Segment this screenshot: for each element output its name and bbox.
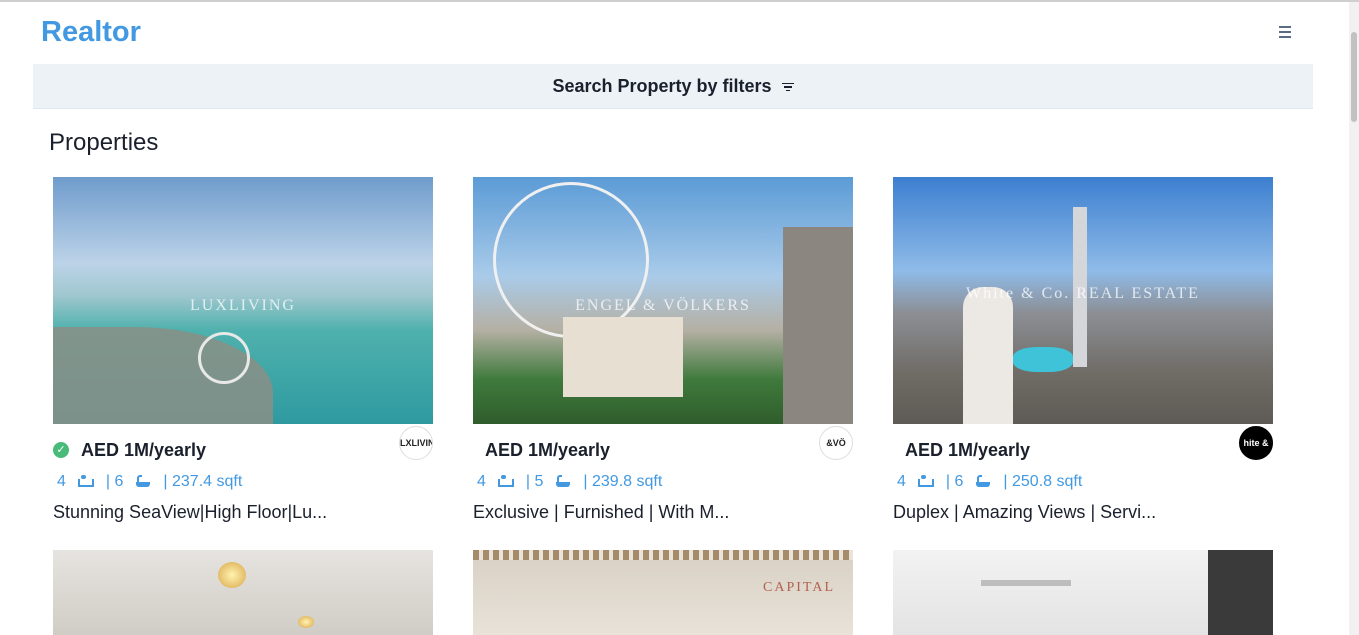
property-card[interactable]: ENGEL & VÖLKERS AED 1M/yearly &VÖ 4 | 5 … [473,177,853,523]
image-watermark: White & Co. REAL ESTATE [966,285,1200,302]
bath-icon [555,475,571,489]
agency-logo[interactable]: hite & C [1239,426,1273,460]
property-card[interactable]: LUXLIVING ✓ AED 1M/yearly LXLIVIN 4 | 6 … [53,177,433,523]
search-filters-button[interactable]: Search Property by filters [33,64,1313,109]
property-image[interactable]: ENGEL & VÖLKERS [473,177,853,424]
page-title: Properties [49,129,159,156]
page-scrollbar[interactable] [1349,2,1359,635]
property-title[interactable]: Stunning SeaView|High Floor|Lu... [53,502,433,523]
property-card[interactable]: White & Co. REAL ESTATE AED 1M/yearly hi… [893,177,1273,523]
property-stats: 4 | 5 | 239.8 sqft [473,472,853,492]
property-title[interactable]: Exclusive | Furnished | With M... [473,502,853,523]
property-card-image[interactable] [53,550,433,635]
hamburger-icon[interactable] [1274,22,1296,42]
image-watermark: LUXLIVING [190,297,296,314]
bed-icon [917,475,934,487]
rooms-count: 4 [477,473,486,490]
image-watermark: ENGEL & VÖLKERS [575,297,751,314]
property-card-image[interactable]: CAPITAL [473,550,853,635]
baths-count: | 6 [105,473,124,490]
property-stats: 4 | 6 | 237.4 sqft [53,472,433,492]
search-filters-label: Search Property by filters [552,75,772,96]
area-size: | 239.8 sqft [583,473,663,490]
property-title[interactable]: Duplex | Amazing Views | Servi... [893,502,1273,523]
property-image[interactable]: LUXLIVING [53,177,433,424]
area-size: | 237.4 sqft [163,473,243,490]
bed-icon [77,475,94,487]
property-image[interactable]: White & Co. REAL ESTATE [893,177,1273,424]
rooms-count: 4 [897,473,906,490]
area-grid-icon [674,475,688,489]
scrollbar-thumb[interactable] [1351,32,1357,122]
page: Realtor Search Property by filters Prope… [0,2,1349,635]
bath-icon [975,475,991,489]
bath-icon [135,475,151,489]
property-price: AED 1M/yearly [485,440,611,460]
verified-icon: ✓ [53,442,69,458]
baths-count: | 5 [525,473,544,490]
property-price: AED 1M/yearly [81,440,207,460]
property-stats: 4 | 6 | 250.8 sqft [893,472,1273,492]
property-price: AED 1M/yearly [905,440,1031,460]
agency-logo[interactable]: LXLIVIN [399,426,433,460]
filter-icon [781,82,794,92]
baths-count: | 6 [945,473,964,490]
area-size: | 250.8 sqft [1003,473,1083,490]
area-grid-icon [1094,475,1108,489]
bed-icon [497,475,514,487]
image-watermark: CAPITAL [763,580,835,595]
rooms-count: 4 [57,473,66,490]
property-card-image[interactable] [893,550,1273,635]
agency-logo[interactable]: &VÖ [819,426,853,460]
brand-logo[interactable]: Realtor [41,16,141,49]
area-grid-icon [254,475,268,489]
